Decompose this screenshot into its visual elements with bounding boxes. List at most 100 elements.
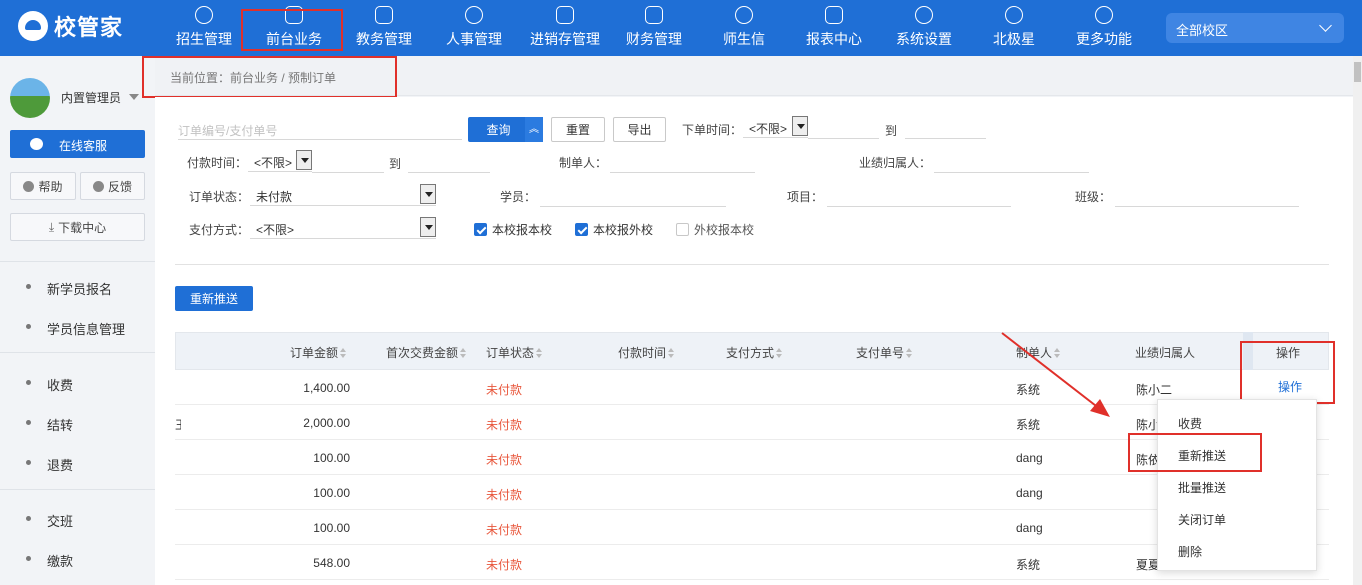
menu-item-close-order[interactable]: 关闭订单 (1178, 511, 1226, 528)
column-header-label: 首次交费金额 (386, 346, 459, 360)
help-icon (23, 180, 35, 192)
sidebar-item-payment[interactable]: 缴款 (0, 547, 155, 571)
scrollbar-thumb[interactable] (1354, 62, 1361, 82)
sidebar-item-label: 交班 (47, 514, 74, 529)
sort-icon (340, 348, 347, 358)
menu-item-charge[interactable]: 收费 (1178, 415, 1202, 432)
download-center-button[interactable]: ⤓ 下载中心 (10, 213, 145, 241)
column-header-order-status[interactable]: 订单状态 (486, 344, 543, 361)
project-label: 项目： (787, 190, 824, 204)
feedback-button[interactable]: 反馈 (80, 172, 145, 200)
column-header-order-amount[interactable]: 订单金额 (290, 344, 347, 361)
repush-button[interactable]: 重新推送 (175, 286, 253, 311)
nav-item-reports[interactable]: 报表中心 (798, 0, 870, 56)
student-input[interactable] (540, 185, 726, 207)
bullet-icon (26, 284, 31, 289)
pay-method-value: <不限> (256, 223, 295, 237)
checkbox-local-to-other[interactable]: 本校报外校 (575, 221, 653, 238)
cell-status: 未付款 (486, 558, 523, 572)
logo[interactable]: 校管家 (18, 10, 123, 42)
project-input[interactable] (827, 185, 1011, 207)
pay-time-start-input[interactable] (312, 151, 384, 173)
nav-item-admissions[interactable]: 招生管理 (168, 0, 240, 56)
feedback-icon (92, 180, 104, 192)
order-status-label: 订单状态： (189, 190, 250, 204)
nav-item-label: 系统设置 (896, 31, 952, 47)
creator-input[interactable] (610, 151, 755, 173)
column-header-pay-number[interactable]: 支付单号 (856, 344, 913, 361)
sidebar-divider (0, 352, 155, 353)
pay-method-select[interactable]: <不限> (250, 217, 436, 239)
checkbox-label: 本校报本校 (492, 223, 553, 237)
checkbox-other-to-local[interactable]: 外校报本校 (676, 221, 754, 238)
sidebar-item-transfer[interactable]: 结转 (0, 411, 155, 435)
nav-item-inventory[interactable]: 进销存管理 (524, 0, 606, 56)
sidebar-item-new-enrollment[interactable]: 新学员报名 (0, 275, 155, 299)
cell-creator: dang (1016, 486, 1043, 500)
campus-select[interactable]: 全部校区 (1166, 13, 1344, 43)
query-label: 查询 (486, 123, 511, 137)
menu-item-delete[interactable]: 删除 (1178, 543, 1202, 560)
online-service-button[interactable]: 在线客服 (10, 130, 145, 158)
reset-button[interactable]: 重置 (551, 117, 605, 142)
chat-bubble-icon (30, 138, 43, 150)
nav-item-finance[interactable]: 财务管理 (618, 0, 690, 56)
avatar[interactable] (10, 78, 50, 118)
column-header-first-payment[interactable]: 首次交费金额 (386, 344, 467, 361)
sidebar-divider (0, 261, 155, 262)
pay-method-label: 支付方式： (189, 223, 250, 237)
nav-item-messages[interactable]: 师生信 (710, 0, 778, 56)
menu-item-batch-push[interactable]: 批量推送 (1178, 479, 1226, 496)
bullet-icon (26, 556, 31, 561)
performance-owner-label: 业绩归属人： (859, 156, 932, 170)
column-header-pay-time[interactable]: 付款时间 (618, 344, 675, 361)
checkbox-checked-icon (474, 223, 487, 236)
nav-item-polaris[interactable]: 北极星 (985, 0, 1043, 56)
order-time-end-input[interactable] (905, 117, 986, 139)
order-time-start-input[interactable] (808, 117, 879, 139)
export-button[interactable]: 导出 (613, 117, 666, 142)
sidebar-item-handover[interactable]: 交班 (0, 507, 155, 531)
sidebar-item-label: 新学员报名 (47, 282, 113, 297)
sidebar-item-student-info[interactable]: 学员信息管理 (0, 315, 155, 339)
user-add-icon (195, 6, 213, 24)
nav-item-hr[interactable]: 人事管理 (438, 0, 510, 56)
checkbox-local-to-local[interactable]: 本校报本校 (474, 221, 552, 238)
star-icon (1005, 6, 1023, 24)
dropdown-arrow-icon (420, 184, 436, 204)
user-name[interactable]: 内置管理员 (61, 89, 121, 106)
highlight-box-nav (241, 9, 343, 51)
pay-time-end-input[interactable] (408, 151, 490, 173)
nav-item-settings[interactable]: 系统设置 (888, 0, 960, 56)
exchange-icon (556, 6, 574, 24)
cell-amount: 100.00 (313, 486, 350, 500)
sort-icon (460, 348, 467, 358)
sidebar-item-charge[interactable]: 收费 (0, 371, 155, 395)
more-icon (1095, 6, 1113, 24)
search-input[interactable]: 订单编号/支付单号 (178, 118, 462, 140)
bullet-icon (26, 380, 31, 385)
chevron-down-icon (1319, 19, 1332, 32)
student-label: 学员： (500, 190, 537, 204)
sort-icon (906, 348, 913, 358)
chart-icon (825, 6, 843, 24)
order-status-select[interactable]: 未付款 (250, 184, 436, 206)
checkbox-label: 本校报外校 (593, 223, 654, 237)
class-input[interactable] (1115, 185, 1299, 207)
pay-time-select[interactable]: <不限> (248, 150, 312, 172)
highlight-box-operation (1240, 341, 1335, 404)
cell-status: 未付款 (486, 453, 523, 467)
column-header-pay-method[interactable]: 支付方式 (726, 344, 783, 361)
order-time-select[interactable]: <不限> (743, 116, 808, 138)
operation-menu: 收费 重新推送 批量推送 关闭订单 删除 (1157, 399, 1317, 571)
nav-item-academic[interactable]: 教务管理 (348, 0, 420, 56)
sidebar-item-refund[interactable]: 退费 (0, 451, 155, 475)
nav-item-more[interactable]: 更多功能 (1068, 0, 1140, 56)
performance-owner-input[interactable] (934, 151, 1089, 173)
download-icon: ⤓ (48, 219, 55, 234)
query-button[interactable]: 查询 ︽ (468, 117, 543, 142)
scrollbar[interactable] (1353, 56, 1362, 585)
help-button[interactable]: 帮助 (10, 172, 76, 200)
caret-down-icon[interactable] (129, 94, 139, 100)
to-label: 到 (389, 157, 402, 171)
